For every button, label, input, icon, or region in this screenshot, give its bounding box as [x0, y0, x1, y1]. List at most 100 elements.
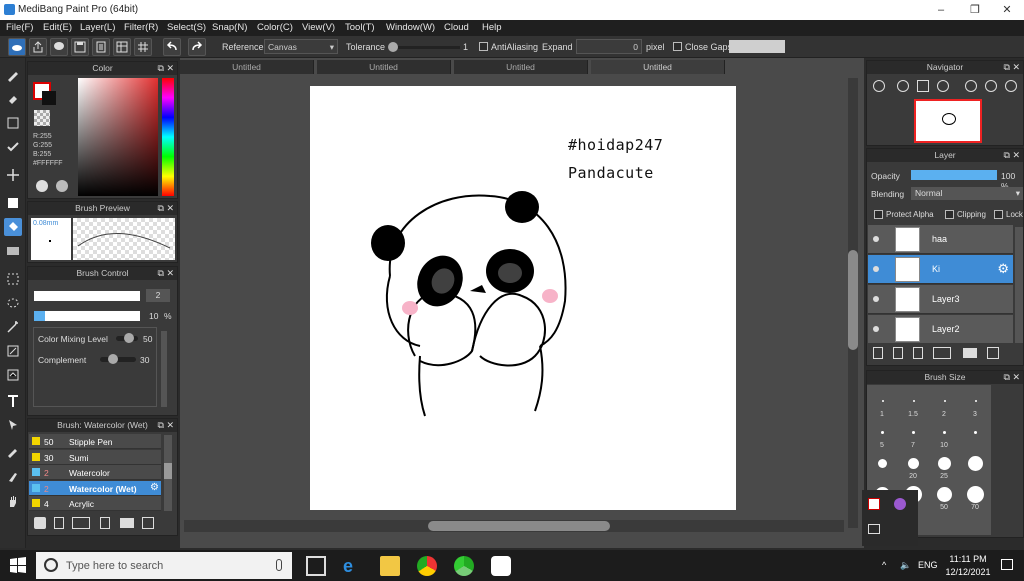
close-button[interactable]: ✕ — [992, 2, 1022, 18]
vertical-scroll-thumb[interactable] — [848, 250, 858, 350]
menu-file[interactable]: File(F) — [6, 22, 33, 33]
tab-untitled-1[interactable]: Untitled — [180, 60, 314, 74]
lock-checkbox[interactable] — [994, 210, 1003, 219]
actual-size-icon[interactable] — [937, 80, 949, 92]
tab-untitled-4[interactable]: Untitled — [591, 60, 725, 74]
pen-tool[interactable] — [4, 468, 22, 486]
copy-brush-icon[interactable] — [142, 517, 154, 529]
add-layer-dropdown-icon[interactable] — [933, 347, 951, 359]
gear-icon[interactable]: ⚙ — [150, 482, 159, 493]
brush-size-cell[interactable]: 10 — [929, 420, 960, 451]
background-color-swatch[interactable] — [42, 91, 56, 105]
volume-icon[interactable]: 🔈 — [900, 560, 911, 571]
operation-tool[interactable] — [4, 416, 22, 434]
panel-close-icon[interactable]: ⧉ ✕ — [158, 62, 174, 75]
transparent-swatch[interactable] — [34, 110, 50, 126]
new-layer-icon[interactable] — [873, 347, 883, 359]
expand-input[interactable]: 0 — [576, 39, 642, 54]
eyedropper-tool[interactable] — [4, 442, 22, 460]
layer-row[interactable]: Ki ⚙ — [868, 255, 1013, 284]
hue-slider[interactable] — [162, 78, 174, 196]
flip-icon[interactable] — [1005, 80, 1017, 92]
layer-list-scrollbar[interactable] — [1015, 227, 1023, 343]
move-tool[interactable] — [4, 166, 22, 184]
brush-list-item[interactable]: 4 Acrylic — [29, 496, 161, 511]
brush-opacity-slider[interactable] — [34, 311, 140, 321]
select-pen-tool[interactable] — [4, 342, 22, 360]
taskbar-search[interactable]: Type here to search — [36, 552, 292, 579]
eraser-tool[interactable] — [4, 90, 22, 108]
brush-size-cell[interactable] — [867, 451, 898, 482]
vertical-scrollbar[interactable] — [848, 78, 858, 528]
cloud-brush-icon[interactable] — [34, 517, 46, 529]
file-explorer-icon[interactable] — [380, 556, 400, 576]
reference-select[interactable]: Canvas ▾ — [264, 39, 338, 54]
comment-button[interactable] — [50, 38, 68, 56]
zoom-out-icon[interactable] — [897, 80, 909, 92]
task-view-icon[interactable] — [306, 556, 326, 576]
brush-list-item[interactable]: 50 Stipple Pen — [29, 434, 161, 449]
antialiasing-checkbox[interactable] — [479, 42, 488, 51]
rotate-right-icon[interactable] — [985, 80, 997, 92]
tab-untitled-2[interactable]: Untitled — [317, 60, 451, 74]
layer-row[interactable]: Layer3 — [868, 285, 1013, 314]
brush-size-cell[interactable]: 50 — [929, 482, 960, 513]
navigator-thumbnail[interactable] — [914, 99, 982, 143]
fit-icon[interactable] — [917, 80, 929, 92]
mixing-handle[interactable] — [124, 333, 134, 343]
menu-layer[interactable]: Layer(L) — [80, 22, 115, 33]
brush-size-cell[interactable] — [960, 451, 991, 482]
horizontal-scrollbar[interactable] — [184, 520, 844, 532]
blending-select[interactable]: Normal ▾ — [911, 187, 1023, 200]
vivaldi-tray-icon[interactable] — [868, 498, 880, 510]
grid-toggle-button[interactable] — [134, 38, 152, 56]
language-indicator[interactable]: ENG — [918, 560, 938, 570]
brush-size-cell[interactable]: 70 — [960, 482, 991, 513]
clock-date[interactable]: 12/12/2021 — [940, 567, 996, 577]
mixing-slider[interactable] — [116, 333, 138, 343]
layer-visibility-icon[interactable] — [873, 266, 879, 272]
gear-icon[interactable]: ⚙ — [997, 261, 1009, 277]
shape-tool[interactable] — [4, 114, 22, 132]
complement-handle[interactable] — [108, 354, 118, 364]
tolerance-handle[interactable] — [388, 42, 398, 52]
tolerance-slider[interactable] — [388, 42, 460, 52]
canvas-workarea[interactable]: Untitled Untitled Untitled Untitled #hoi… — [180, 58, 864, 548]
windows-start-icon[interactable] — [10, 557, 26, 573]
maximize-button[interactable]: ❐ — [960, 2, 990, 18]
medibang-taskbar-icon[interactable] — [491, 556, 511, 576]
bucket-tool[interactable] — [4, 218, 22, 236]
brush-size-cell[interactable]: 1.5 — [898, 389, 929, 420]
brush-list-scroll-thumb[interactable] — [164, 463, 172, 479]
menu-snap[interactable]: Snap(N) — [212, 22, 247, 33]
chrome-icon[interactable] — [417, 556, 437, 576]
brush-list-item[interactable]: 2 Watercolor (Wet) ⚙ — [29, 480, 161, 496]
panel-close-icon[interactable]: ⧉ ✕ — [1004, 149, 1020, 162]
add-brush-dropdown-icon[interactable] — [72, 517, 90, 529]
close-gaps-slider[interactable] — [729, 40, 785, 53]
chrome-canary-icon[interactable] — [454, 556, 474, 576]
menu-help[interactable]: Help — [482, 22, 502, 33]
new-brush-icon[interactable] — [54, 517, 64, 529]
text-tool[interactable] — [4, 392, 22, 410]
zoom-in-icon[interactable] — [873, 80, 885, 92]
microphone-icon[interactable] — [276, 559, 282, 571]
layer-opacity-slider[interactable] — [911, 170, 997, 180]
minimize-button[interactable]: – — [926, 2, 956, 18]
hand-tool[interactable] — [4, 492, 22, 510]
brush-size-input[interactable]: 2 — [146, 289, 170, 302]
brush-size-cell[interactable] — [960, 420, 991, 451]
panel-close-icon[interactable]: ⧉ ✕ — [1004, 61, 1020, 74]
menu-tool[interactable]: Tool(T) — [345, 22, 375, 33]
layer-visibility-icon[interactable] — [873, 236, 879, 242]
brush-control-scrollbar[interactable] — [161, 331, 167, 407]
share-button[interactable] — [29, 38, 47, 56]
save-button[interactable] — [71, 38, 89, 56]
protect-alpha-checkbox[interactable] — [874, 210, 883, 219]
layer-visibility-icon[interactable] — [873, 296, 879, 302]
brush-size-slider[interactable] — [34, 291, 140, 301]
menu-cloud[interactable]: Cloud — [444, 22, 469, 33]
layer-row[interactable]: haa — [868, 225, 1013, 254]
brush-list-item[interactable]: 30 Sumi — [29, 449, 161, 465]
brush-size-cell[interactable]: 3 — [960, 389, 991, 420]
